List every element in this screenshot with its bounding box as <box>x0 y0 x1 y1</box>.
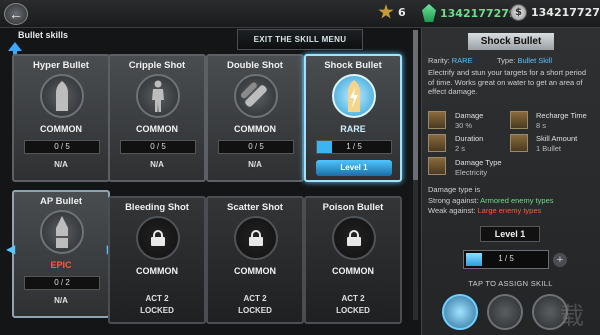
assign-skill-hint: TAP TO ASSIGN SKILL <box>468 279 553 288</box>
electricity-icon <box>428 157 446 175</box>
rarity-label: Rarity: <box>428 56 450 65</box>
stars-counter: 6 <box>378 4 406 20</box>
bullet-icon <box>40 74 84 118</box>
rarity-label: COMMON <box>136 124 178 134</box>
exit-skill-menu-button[interactable]: EXIT THE SKILL MENU <box>237 29 363 50</box>
skill-level-badge: Level 1 <box>316 160 392 176</box>
skill-name: Shock Bullet <box>324 60 382 71</box>
skill-card-shock-bullet[interactable]: Shock Bullet RARE 1 / 5 Level 1 <box>304 54 402 182</box>
lock-icon <box>234 216 278 260</box>
weak-value: Large enemy types <box>477 206 542 215</box>
coins-counter: $ 1342177279 <box>510 4 600 21</box>
stat-label: Skill Amount <box>536 134 578 143</box>
back-arrow-icon[interactable]: ← <box>4 3 28 25</box>
bullets-icon <box>510 134 528 152</box>
strong-value: Armored enemy types <box>480 196 554 205</box>
plus-icon[interactable]: + <box>553 253 567 267</box>
stat-value: 30 % <box>455 121 473 130</box>
scrollbar-thumb[interactable] <box>413 30 418 180</box>
stat-value: 1 Bullet <box>536 144 562 153</box>
stat-label: Recharge Time <box>536 111 587 120</box>
rarity-value: RARE <box>451 56 473 65</box>
skill-name: Bleeding Shot <box>125 202 189 213</box>
skill-footer: N/A <box>150 160 164 169</box>
skill-name: Double Shot <box>227 60 283 71</box>
rarity-label: COMMON <box>234 266 276 276</box>
skill-slot-1[interactable] <box>442 294 478 330</box>
skill-card-poison-bullet[interactable]: Poison Bullet COMMON ACT 2 LOCKED <box>304 196 402 324</box>
gem-icon <box>422 4 436 22</box>
rarity-label: COMMON <box>234 124 276 134</box>
rarity-label: COMMON <box>40 124 82 134</box>
rarity-label: COMMON <box>136 266 178 276</box>
stat-label: Damage <box>455 111 484 120</box>
skill-name: Scatter Shot <box>227 202 283 213</box>
shock-bullet-icon <box>332 74 376 118</box>
damage-icon <box>428 111 446 129</box>
skill-description: Electrify and stun your targets for a sh… <box>428 68 586 96</box>
left-arrow-icon: ◀ <box>6 242 16 256</box>
skill-progress: 0 / 5 <box>218 140 294 154</box>
detail-level-label: Level 1 <box>480 226 540 242</box>
stars-value: 6 <box>398 5 406 19</box>
skill-name: Hyper Bullet <box>33 60 89 71</box>
stat-label: Duration <box>455 134 484 143</box>
type-value: Bullet Skill <box>517 56 553 65</box>
strong-against-row: Strong against: Armored enemy types <box>428 196 554 205</box>
skill-progress: 0 / 5 <box>120 140 196 154</box>
crippled-figure-icon <box>136 74 180 118</box>
coin-icon: $ <box>510 4 527 21</box>
skill-name: Cripple Shot <box>128 60 186 71</box>
hourglass-icon <box>510 111 528 129</box>
skill-card-cripple-shot[interactable]: Cripple Shot COMMON 0 / 5 N/A <box>108 54 206 182</box>
unlock-act: ACT 2 <box>145 294 169 303</box>
skill-card-scatter-shot[interactable]: Scatter Shot COMMON ACT 2 LOCKED <box>206 196 304 324</box>
skill-progress: 0 / 2 <box>24 276 100 290</box>
unlock-act: ACT 2 <box>341 294 365 303</box>
damage-type-title: Damage type is <box>428 185 481 194</box>
locked-label: LOCKED <box>238 306 272 315</box>
star-icon <box>378 4 394 19</box>
gems-counter: 1342177279 <box>422 4 517 22</box>
skill-footer: N/A <box>54 296 68 305</box>
skill-card-ap-bullet[interactable]: AP Bullet ◀ ▶ EPIC 0 / 2 N/A <box>6 190 116 318</box>
skill-footer: N/A <box>248 160 262 169</box>
ap-bullet-icon <box>40 210 84 254</box>
skill-progress: 0 / 5 <box>24 140 100 154</box>
unlock-act: ACT 2 <box>243 294 267 303</box>
locked-label: LOCKED <box>140 306 174 315</box>
type-label: Type: <box>497 56 516 65</box>
type-row: Type: Bullet Skill <box>497 56 552 65</box>
stat-value: Electricity <box>455 168 488 177</box>
strong-label: Strong against: <box>428 196 479 205</box>
gems-value: 1342177279 <box>440 6 517 20</box>
double-bullet-icon <box>234 74 278 118</box>
weak-against-row: Weak against: Large enemy types <box>428 206 541 215</box>
stat-value: 2 s <box>455 144 466 153</box>
stat-label: Damage Type <box>455 158 502 167</box>
stat-value: 8 s <box>536 121 547 130</box>
weak-label: Weak against: <box>428 206 476 215</box>
locked-label: LOCKED <box>336 306 370 315</box>
lock-icon <box>332 216 376 260</box>
skill-card-double-shot[interactable]: Double Shot COMMON 0 / 5 N/A <box>206 54 304 182</box>
skill-slot-2[interactable] <box>487 294 523 330</box>
skill-name: Poison Bullet <box>322 202 384 213</box>
rarity-row: Rarity: RARE <box>428 56 473 65</box>
skill-card-hyper-bullet[interactable]: Hyper Bullet COMMON 0 / 5 N/A <box>12 54 110 182</box>
skill-footer: N/A <box>54 160 68 169</box>
rarity-label: RARE <box>340 124 366 134</box>
level-progress-text: 1 / 5 <box>498 254 514 263</box>
section-title: Bullet skills <box>18 30 69 40</box>
rarity-label: COMMON <box>332 266 374 276</box>
clock-icon <box>428 134 446 152</box>
skill-card-bleeding-shot[interactable]: Bleeding Shot COMMON ACT 2 LOCKED <box>108 196 206 324</box>
coins-value: 1342177279 <box>531 6 600 19</box>
detail-skill-name: Shock Bullet <box>468 33 554 50</box>
rarity-label: EPIC <box>50 260 72 270</box>
skill-name: AP Bullet <box>39 196 83 207</box>
watermark: 载 <box>560 303 584 330</box>
skill-progress: 1 / 5 <box>316 140 392 154</box>
lock-icon <box>136 216 180 260</box>
